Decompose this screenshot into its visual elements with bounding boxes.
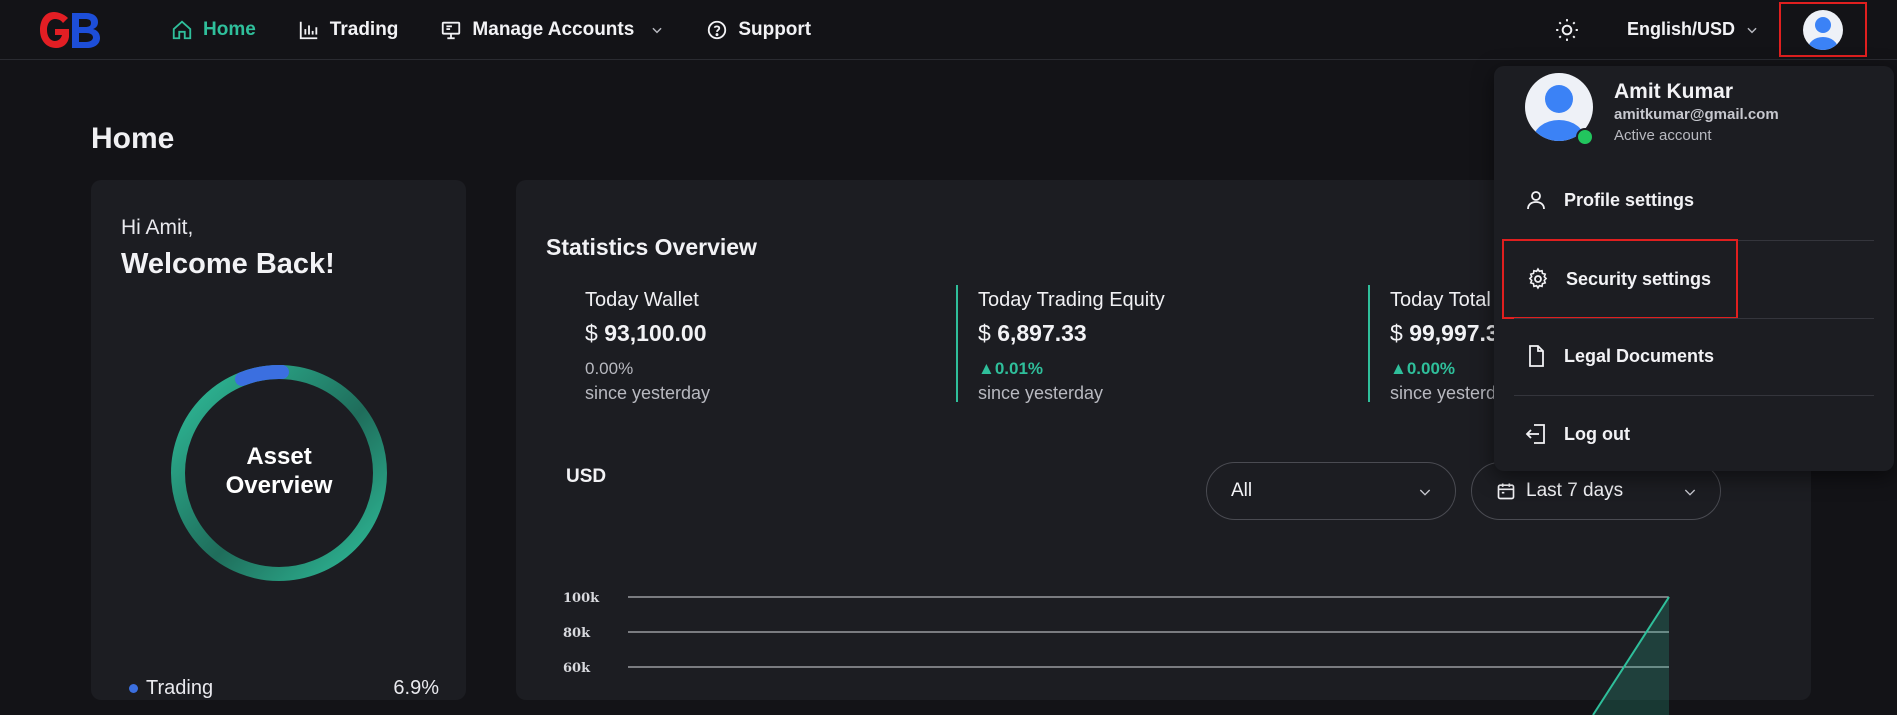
header-tools: English/USD [1553,0,1897,59]
chart-y-tick-label: 100k [563,591,600,606]
donut-trading-segment [235,364,289,386]
stat-amount: 93,100.00 [604,320,707,346]
chart-unit-label: USD [566,466,607,487]
user-icon [1527,191,1545,210]
select-value: All [1231,480,1253,501]
stat-currency: $ [1390,320,1403,346]
menu-item-label: Legal Documents [1564,345,1715,366]
stat-label: Today Total [1390,289,1491,311]
welcome-headline: Welcome Back! [121,248,335,280]
chevron-down-icon [1419,489,1431,496]
stat-change: ▲0.00% [1390,359,1456,378]
nav-label: Support [738,18,812,40]
legend-value: 6.9% [393,677,439,699]
menu-divider [1514,395,1874,396]
nav-label: Trading [329,18,399,40]
chevron-down-icon [652,27,662,33]
menu-item-label: Log out [1564,423,1630,444]
stat-value: $ 93,100.00 [585,320,710,347]
sun-icon [1556,18,1578,41]
stat-today-wallet: Today Wallet $ 93,100.00 0.00% since yes… [565,285,711,403]
welcome-card: Hi Amit, Welcome Back! Asset Overview Tr… [91,180,466,700]
donut-label-line1: Asset [246,443,312,470]
donut-center-label: Asset Overview [166,442,392,500]
stat-label: Today Wallet [585,289,699,311]
user-email: amitkumar@gmail.com [1614,106,1779,123]
user-name: Amit Kumar [1614,80,1734,103]
stat-value: $ 6,897.33 [978,320,1165,347]
nav-label: Home [203,18,256,40]
monitor-icon [442,21,461,39]
greeting-text: Hi Amit, [121,216,194,239]
stat-since: since yesterday [585,383,711,403]
theme-toggle-button[interactable] [1553,16,1581,44]
stat-value: $ 99,997.3 [1390,320,1499,347]
gear-icon [1528,267,1548,290]
avatar-icon [1803,9,1843,50]
stat-amount: 6,897.33 [997,320,1087,346]
chart-y-tick-label: 60k [563,661,591,676]
menu-item-legal-documents[interactable]: Legal Documents [1514,328,1874,384]
legend-row-trading: Trading 6.9% [129,677,439,700]
menu-item-security-settings[interactable]: Security settings [1502,239,1738,319]
online-status-dot [1576,128,1594,146]
select-value: Last 7 days [1526,480,1624,501]
stat-currency: $ [585,320,598,346]
account-status: Active account [1614,127,1712,144]
stat-amount: 99,997.3 [1409,320,1499,346]
statistics-title: Statistics Overview [546,234,757,260]
gb-logo[interactable] [38,10,102,50]
nav-item-manage-accounts[interactable]: Manage Accounts [440,19,664,41]
top-navigation-bar: Home Trading Manage Accounts Support Eng… [0,0,1897,60]
donut-label-line2: Overview [225,472,333,499]
menu-item-label: Profile settings [1564,189,1695,210]
nav-item-home[interactable]: Home [171,19,256,41]
stat-currency: $ [978,320,991,346]
main-nav: Home Trading Manage Accounts Support [171,0,853,59]
user-avatar-button[interactable] [1779,2,1867,57]
stat-today-trading-equity: Today Trading Equity $ 6,897.33 ▲0.01% s… [956,285,1165,403]
chevron-down-icon [1747,27,1757,33]
stat-label: Today Trading Equity [978,289,1165,311]
nav-label: Manage Accounts [472,18,635,40]
calendar-icon [1497,483,1515,500]
user-dropdown-menu: Amit Kumar amitkumar@gmail.com Active ac… [1494,66,1894,471]
stat-since: since yesterd [1390,383,1497,403]
statistics-chart: 100k 80k 60k [563,591,1670,715]
menu-divider [1514,318,1874,319]
language-label: English/USD [1626,19,1735,39]
stat-today-total: Today Total $ 99,997.3 ▲0.00% since yest… [1368,285,1499,403]
stat-change: ▲0.01% [978,359,1044,378]
chart-y-tick-label: 80k [563,626,591,641]
menu-item-log-out[interactable]: Log out [1514,406,1874,462]
language-selector[interactable]: English/USD [1627,19,1759,40]
home-icon [172,20,192,39]
stat-since: since yesterday [978,383,1104,403]
legend-label: Trading [146,677,214,699]
page-title: Home [91,122,175,155]
chevron-down-icon [1684,489,1696,496]
menu-item-label: Security settings [1566,268,1712,289]
logout-icon [1525,424,1545,444]
nav-item-trading[interactable]: Trading [298,18,399,41]
stat-change: 0.00% [585,359,634,378]
document-icon [1529,345,1544,367]
help-circle-icon [708,20,727,39]
bar-chart-icon [299,21,318,39]
nav-item-support[interactable]: Support [706,19,811,41]
account-type-select[interactable]: All [1206,462,1456,520]
menu-item-profile-settings[interactable]: Profile settings [1514,172,1874,228]
